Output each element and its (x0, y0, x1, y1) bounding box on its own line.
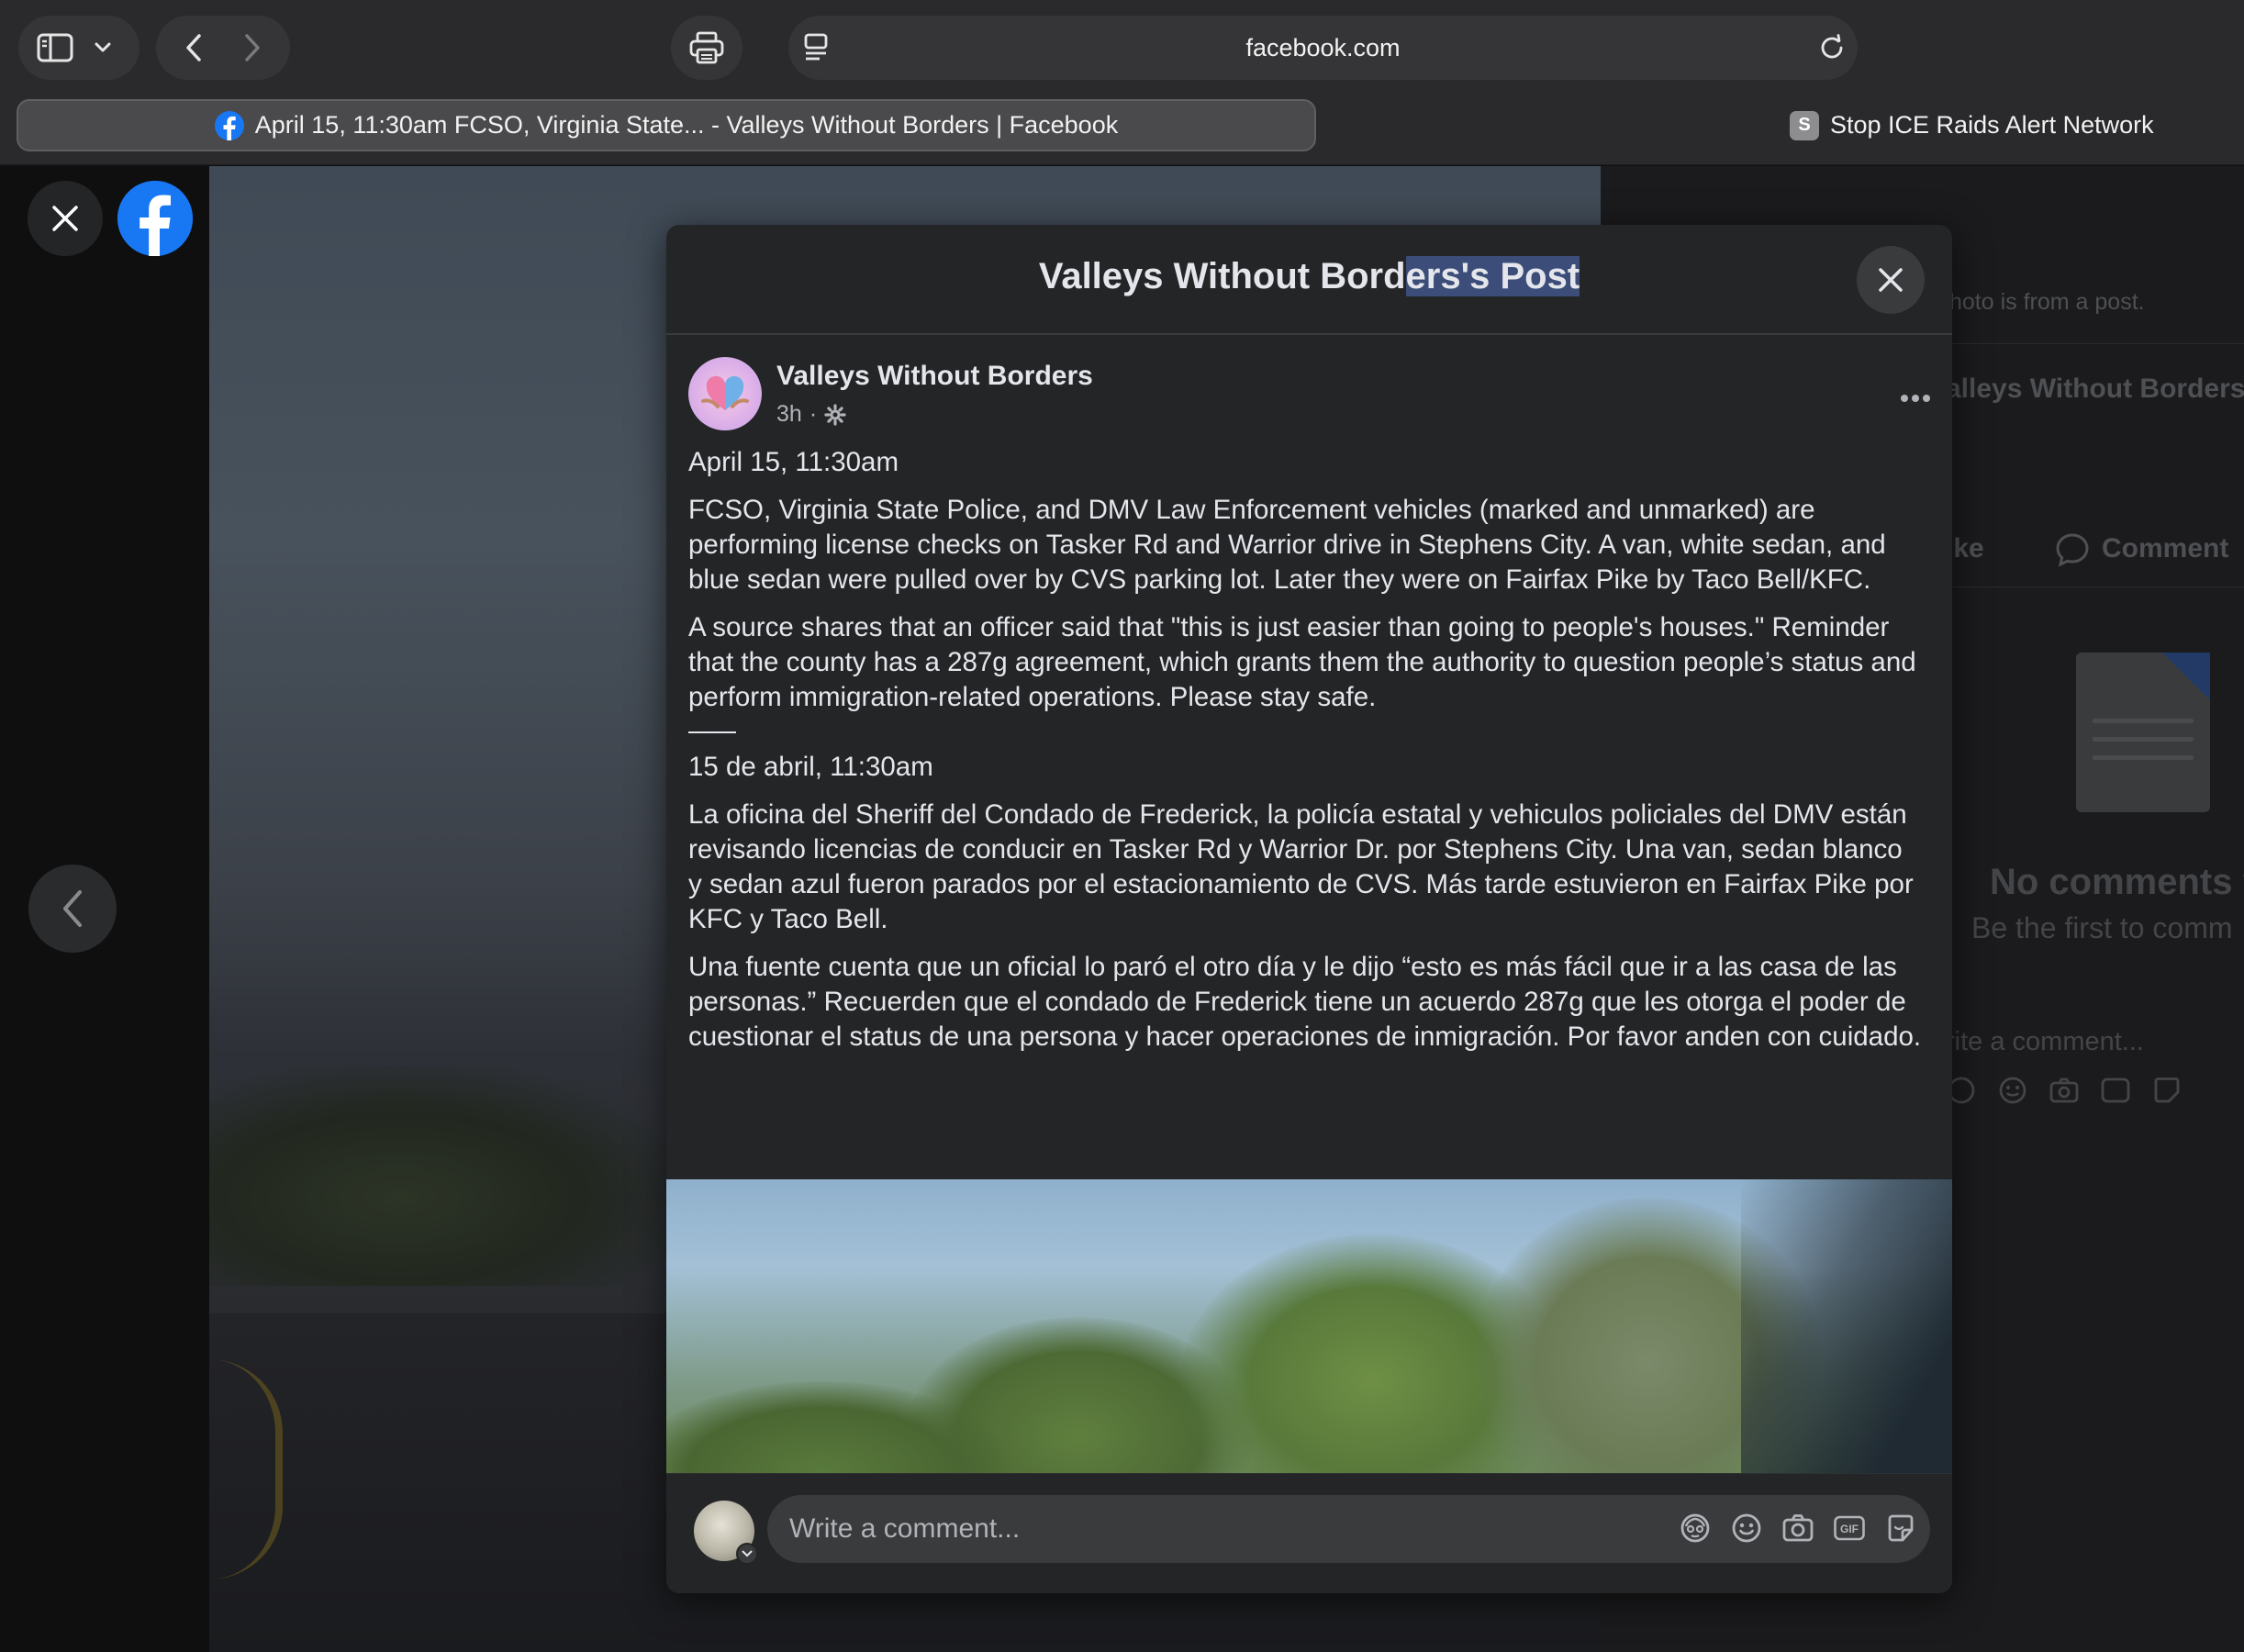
post-paragraph: 15 de abril, 11:30am (688, 752, 933, 782)
tab-bar: April 15, 11:30am FCSO, Virginia State..… (0, 95, 2244, 165)
post-header: Valleys Without Borders 3h · (688, 357, 1930, 434)
reload-icon[interactable] (1817, 33, 1847, 62)
chevron-down-icon (742, 1550, 753, 1557)
previous-photo-button[interactable] (28, 865, 117, 953)
sticker-button[interactable] (1884, 1512, 1917, 1545)
page-avatar[interactable] (688, 357, 762, 430)
tab-label: April 15, 11:30am FCSO, Virginia State..… (254, 111, 1119, 139)
modal-title-plain: Valleys Without Bord (1038, 256, 1406, 296)
heart-hands-icon (701, 375, 749, 410)
panel-comment-input[interactable]: rite a comment... (1946, 1027, 2144, 1057)
background-photo-trees (209, 1066, 687, 1286)
photo-upload-button[interactable] (1781, 1512, 1814, 1545)
camera-icon (2049, 1077, 2079, 1103)
sidebar-icon (37, 33, 73, 62)
emoji-icon (1999, 1077, 2026, 1104)
emoji-icon (1732, 1513, 1761, 1543)
post-paragraph: FCSO, Virginia State Police, and DMV Law… (688, 495, 1886, 595)
comment-input-field[interactable]: GIF (767, 1495, 1930, 1563)
history-nav-group (156, 16, 290, 80)
post-author[interactable]: Valleys Without Borders (776, 361, 1093, 392)
sticker-icon (2154, 1077, 2180, 1103)
post-meta: 3h · (776, 401, 846, 428)
text-separator (688, 731, 736, 733)
meta-separator: · (809, 401, 818, 427)
panel-comment-icons (1946, 1075, 2183, 1106)
gif-button[interactable]: GIF (1833, 1512, 1866, 1545)
modal-title: Valleys Without Borders's Post (666, 256, 1952, 297)
avatar-sticker-icon (1680, 1513, 1710, 1543)
post-body: April 15, 11:30am FCSO, Virginia State P… (688, 445, 1923, 1067)
be-first-text: Be the first to comm (1971, 911, 2233, 944)
gif-icon (2101, 1077, 2130, 1103)
browser-toolbar: facebook.com (0, 0, 2244, 95)
post-photo[interactable] (666, 1179, 1952, 1473)
close-viewer-button[interactable] (28, 181, 103, 256)
facebook-icon (214, 110, 244, 140)
facebook-logo-icon[interactable] (117, 181, 193, 256)
print-button[interactable] (671, 16, 742, 80)
gear-icon (824, 403, 846, 426)
gif-label: GIF (1840, 1523, 1859, 1535)
tab-facebook-post[interactable]: April 15, 11:30am FCSO, Virginia State..… (17, 99, 1316, 151)
panel-comment[interactable]: Comment (2102, 533, 2228, 564)
emoji-button[interactable] (1730, 1512, 1763, 1545)
close-modal-button[interactable] (1857, 246, 1925, 314)
account-switch-badge[interactable] (736, 1543, 758, 1565)
chevron-left-icon (63, 890, 82, 927)
modal-title-highlight: ers's Post (1405, 256, 1580, 296)
forward-arrow-icon[interactable] (243, 33, 262, 62)
panel-author: alleys Without Borders (1946, 374, 2244, 404)
photo-note: hoto is from a post. (1949, 289, 2145, 315)
modal-header: Valleys Without Borders's Post (666, 225, 1952, 335)
gif-icon: GIF (1834, 1515, 1865, 1541)
chevron-down-icon (95, 42, 111, 52)
document-icon (2076, 653, 2210, 812)
tab-label: Stop ICE Raids Alert Network (1830, 111, 2154, 139)
comment-input[interactable] (789, 1508, 1615, 1550)
more-options-button[interactable] (1900, 375, 1931, 411)
divider (1946, 586, 2244, 587)
no-comments-title: No comments y (1990, 862, 2244, 902)
camera-icon (1782, 1514, 1814, 1542)
url-text: facebook.com (1245, 34, 1401, 61)
avatar-sticker-button[interactable] (1679, 1512, 1712, 1545)
address-bar[interactable]: facebook.com (788, 16, 1858, 80)
comment-bubble-icon (2056, 533, 2089, 567)
facebook-f-icon (117, 181, 193, 256)
user-avatar[interactable] (694, 1501, 758, 1565)
post-time[interactable]: 3h (776, 401, 802, 428)
photo-car-frame (1741, 1179, 1952, 1473)
comment-tools: GIF (1679, 1512, 1917, 1545)
close-icon (52, 206, 78, 231)
close-icon (1879, 268, 1903, 292)
favicon-s-icon: S (1790, 110, 1819, 140)
sidebar-toggle-button[interactable] (18, 16, 140, 80)
post-paragraph: Una fuente cuenta que un oficial lo paró… (688, 952, 1922, 1052)
comment-composer: GIF (666, 1473, 1952, 1593)
printer-icon (689, 31, 724, 64)
tab-stop-ice-raids[interactable]: S Stop ICE Raids Alert Network (1790, 99, 2154, 151)
post-paragraph: La oficina del Sheriff del Condado de Fr… (688, 799, 1914, 934)
back-arrow-icon[interactable] (184, 33, 203, 62)
post-paragraph: April 15, 11:30am (688, 447, 899, 477)
post-modal: Valleys Without Borders's Post Valleys W… (666, 225, 1952, 1593)
post-paragraph: A source shares that an officer said tha… (688, 612, 1916, 712)
sticker-icon (1888, 1514, 1914, 1542)
more-horizontal-icon (1901, 395, 1930, 402)
